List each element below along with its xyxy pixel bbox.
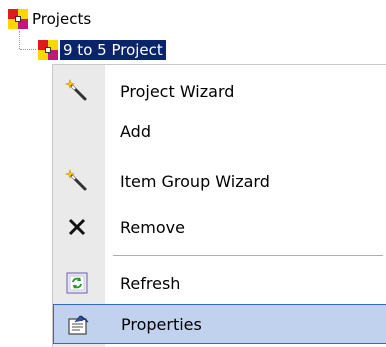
magic-wand-icon bbox=[65, 79, 89, 103]
menu-item-project-wizard[interactable]: Project Wizard bbox=[53, 71, 386, 111]
menu-item-label: Properties bbox=[121, 314, 202, 334]
menu-item-remove[interactable]: Remove bbox=[53, 207, 386, 247]
menu-item-add[interactable]: Add bbox=[53, 111, 386, 151]
project-icon bbox=[38, 40, 58, 60]
project-icon bbox=[8, 9, 28, 29]
tree-connector bbox=[20, 49, 36, 50]
tree-node-projects[interactable]: Projects bbox=[8, 7, 91, 31]
refresh-icon bbox=[65, 271, 89, 295]
properties-icon bbox=[66, 313, 90, 337]
menu-item-properties[interactable]: Properties bbox=[53, 304, 386, 344]
menu-item-label: Refresh bbox=[120, 273, 181, 293]
menu-item-label: Remove bbox=[120, 217, 185, 237]
close-icon bbox=[65, 215, 89, 239]
menu-item-label: Item Group Wizard bbox=[120, 171, 270, 191]
context-menu: Project Wizard Add Item Group Wizard Rem… bbox=[52, 64, 386, 347]
tree-node-label: Projects bbox=[32, 10, 92, 28]
menu-item-item-group-wizard[interactable]: Item Group Wizard bbox=[53, 161, 386, 201]
menu-item-refresh[interactable]: Refresh bbox=[53, 263, 386, 303]
menu-item-label: Project Wizard bbox=[120, 81, 235, 101]
menu-separator bbox=[113, 255, 383, 256]
menu-item-label: Add bbox=[120, 121, 151, 141]
tree-node-9-to-5-project[interactable]: 9 to 5 Project bbox=[38, 39, 166, 61]
magic-wand-icon bbox=[65, 169, 89, 193]
tree-connector bbox=[19, 31, 20, 49]
tree-node-label-selected: 9 to 5 Project bbox=[60, 40, 166, 60]
